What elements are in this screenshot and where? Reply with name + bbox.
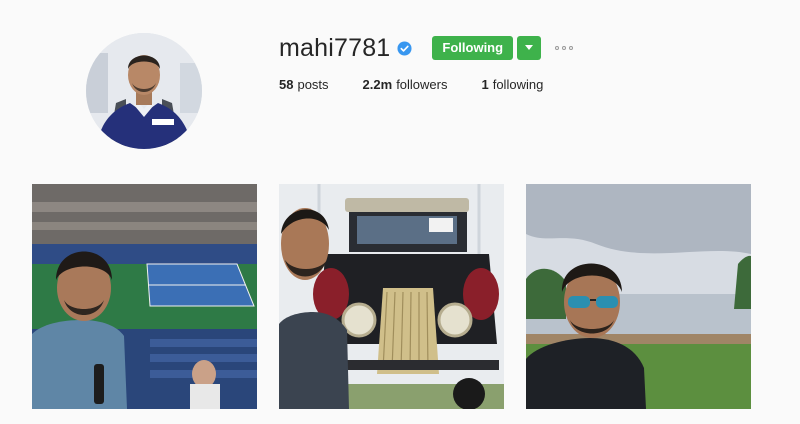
- more-dot: [569, 46, 574, 50]
- post-thumbnail[interactable]: [526, 184, 751, 409]
- profile-page: mahi7781 Following 58 posts 2.2m followe…: [0, 0, 800, 424]
- followers-count-label: followers: [396, 77, 448, 92]
- followers-count[interactable]: 2.2m followers: [363, 77, 448, 92]
- posts-count-label: posts: [297, 77, 329, 92]
- profile-stats: 58 posts 2.2m followers 1 following: [279, 77, 739, 92]
- following-count[interactable]: 1 following: [481, 77, 543, 92]
- username: mahi7781: [279, 34, 391, 62]
- followers-count-value: 2.2m: [362, 77, 393, 92]
- more-dot: [555, 46, 560, 50]
- caret-down-icon: [525, 45, 534, 50]
- avatar-photo: [86, 33, 202, 149]
- following-count-value: 1: [481, 77, 489, 92]
- vintage-car-selfie-photo: [279, 184, 504, 409]
- more-options-icon[interactable]: [553, 36, 575, 60]
- follow-options-button[interactable]: [517, 36, 542, 60]
- posts-count-value: 58: [279, 77, 294, 92]
- following-count-label: following: [492, 77, 544, 92]
- verified-badge-icon: [397, 40, 412, 56]
- posts-count: 58 posts: [279, 77, 329, 92]
- profile-title-row: mahi7781 Following: [279, 32, 739, 64]
- tennis-stadium-selfie-photo: [32, 184, 257, 409]
- profile-info: mahi7781 Following 58 posts 2.2m followe…: [279, 32, 739, 92]
- post-thumbnail[interactable]: [32, 184, 257, 409]
- following-button[interactable]: Following: [432, 36, 514, 60]
- more-dot: [562, 46, 567, 50]
- profile-avatar[interactable]: [86, 33, 202, 149]
- post-thumbnail[interactable]: [279, 184, 504, 409]
- lakeside-selfie-photo: [526, 184, 751, 409]
